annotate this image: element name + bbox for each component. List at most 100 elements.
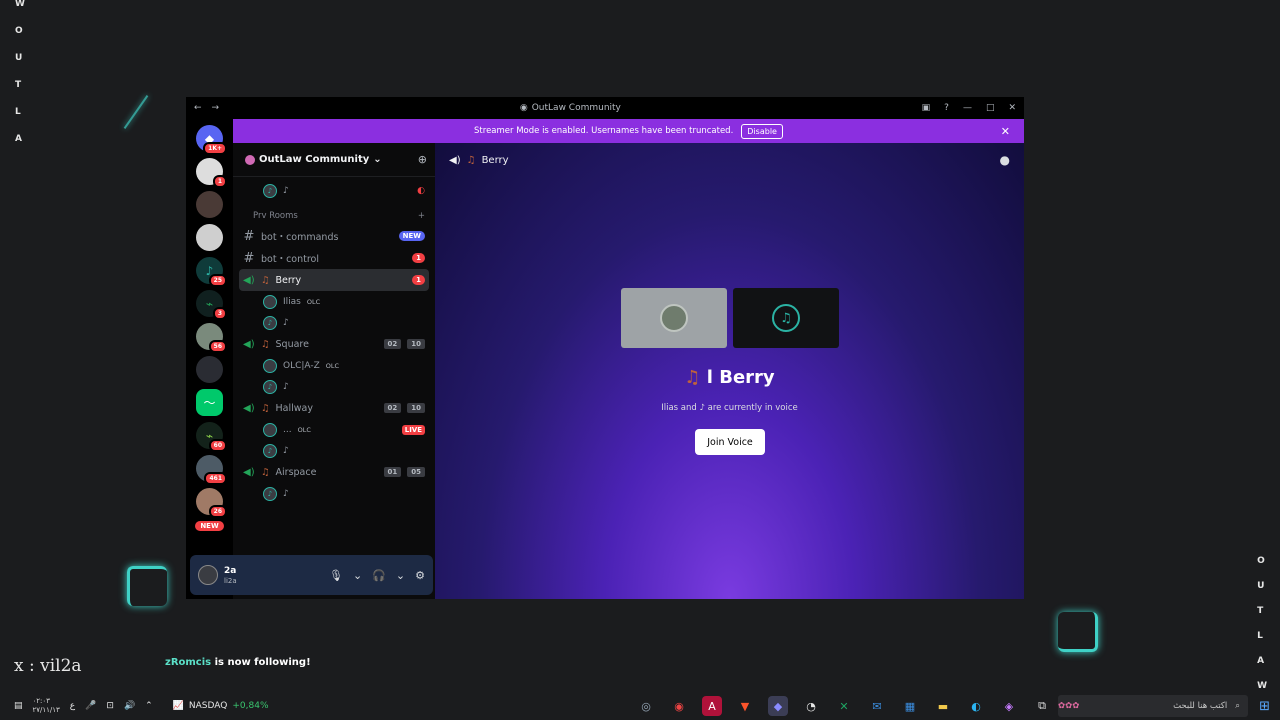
forward-arrow-icon[interactable]: → xyxy=(212,103,220,113)
server-icon[interactable]: ⌁ 3 xyxy=(196,290,227,320)
server-icon[interactable]: 1 xyxy=(196,158,227,188)
overlay-letter: T xyxy=(1257,606,1264,616)
notifications-icon[interactable]: ▤ xyxy=(14,701,23,711)
network-icon[interactable]: ⊡ xyxy=(106,701,114,711)
channel-label: Airspace xyxy=(275,466,317,478)
inbox-icon[interactable]: ▣ xyxy=(922,103,931,113)
windows-start-icon[interactable]: ⊞ xyxy=(1259,699,1270,714)
voice-user[interactable]: ♪ ♪ xyxy=(239,312,429,333)
server-icon[interactable]: ♪ 25 xyxy=(196,257,227,287)
chat-icon[interactable]: ● xyxy=(1000,153,1010,167)
steam-icon[interactable]: ◎ xyxy=(636,696,656,716)
server-icon[interactable] xyxy=(196,191,223,218)
back-arrow-icon[interactable]: ← xyxy=(194,103,202,113)
close-icon[interactable]: ✕ xyxy=(1008,103,1016,113)
app-icon[interactable]: A xyxy=(702,696,722,716)
chevron-down-icon[interactable]: ⌄ xyxy=(353,569,362,582)
settings-gear-icon[interactable]: ⚙ xyxy=(415,569,425,582)
participant-tiles: ♫ xyxy=(621,288,839,348)
app-icon[interactable]: ◔ xyxy=(801,696,821,716)
language-indicator[interactable]: ع xyxy=(70,701,75,711)
voice-status-text: Ilias and ♪ are currently in voice xyxy=(661,403,798,413)
voice-channel-title: ♫ l Berry xyxy=(435,367,1024,388)
channel-bot-control[interactable]: # bot・control 1 xyxy=(239,247,429,269)
edge-icon[interactable]: ◐ xyxy=(966,696,986,716)
direct-messages-icon[interactable]: ◆ 1K+ xyxy=(196,125,227,155)
brave-icon[interactable]: ▼ xyxy=(735,696,755,716)
microphone-icon[interactable]: 🎙 xyxy=(329,569,343,582)
channel-bot-commands[interactable]: # bot・commands NEW xyxy=(239,225,429,247)
overlay-letter: A xyxy=(15,134,22,144)
channel-berry[interactable]: ◀) ♫ Berry 1 xyxy=(239,269,429,291)
voice-user[interactable]: OLC|A-Z OLC xyxy=(239,355,429,376)
category-prv-rooms[interactable]: Prv Rooms + xyxy=(239,201,429,225)
overlay-letters-left: W O U T L A xyxy=(15,0,25,144)
server-icon[interactable]: 26 xyxy=(196,488,227,518)
clock[interactable]: ٠٢:٠٣ ٢٧/١١/١٣ xyxy=(33,697,60,715)
guild-header[interactable]: OutLaw Community ⌄ ⊕ xyxy=(233,143,435,177)
task-view-icon[interactable]: ⧉ xyxy=(1032,696,1052,716)
tray-chevron-icon[interactable]: ⌃ xyxy=(145,701,153,711)
avatar[interactable] xyxy=(198,565,218,585)
help-icon[interactable]: ? xyxy=(944,103,949,113)
guild-name[interactable]: OutLaw Community ⌄ xyxy=(245,154,382,165)
voice-user[interactable]: ♪ ♪ xyxy=(239,483,429,504)
chevron-down-icon[interactable]: ⌄ xyxy=(396,569,405,582)
taskbar-search[interactable]: ✿✿✿ اكتب هنا للبحث ⌕ xyxy=(1058,695,1248,717)
excel-icon[interactable]: ✕ xyxy=(834,696,854,716)
violin-icon: ♫ xyxy=(261,402,270,414)
guild-name-label: OutLaw Community xyxy=(259,154,370,165)
participant-tile[interactable] xyxy=(621,288,727,348)
server-icon[interactable]: 56 xyxy=(196,323,227,353)
server-badge: 60 xyxy=(208,439,227,452)
voice-user[interactable]: Ilias OLC xyxy=(239,291,429,312)
voice-channel-title-text: l Berry xyxy=(706,367,775,388)
search-icon: ⌕ xyxy=(1235,701,1240,711)
outlook-icon[interactable]: ✉ xyxy=(867,696,887,716)
channel-airspace[interactable]: ◀) ♫ Airspace 01 05 xyxy=(239,461,429,483)
voice-user[interactable]: ... OLC LIVE xyxy=(239,419,429,440)
app-icon[interactable]: ◉ xyxy=(669,696,689,716)
server-icon[interactable]: ⌁ 60 xyxy=(196,422,227,452)
channel-square[interactable]: ◀) ♫ Square 02 10 xyxy=(239,333,429,355)
participant-tile[interactable]: ♫ xyxy=(733,288,839,348)
banner-close-icon[interactable]: ✕ xyxy=(1001,125,1010,138)
join-voice-button[interactable]: Join Voice xyxy=(695,429,765,455)
mention-badge: 1 xyxy=(412,253,425,263)
minimize-icon[interactable]: — xyxy=(963,103,972,113)
file-explorer-icon[interactable]: ▬ xyxy=(933,696,953,716)
server-badge: 1K+ xyxy=(203,142,227,155)
live-badge: LIVE xyxy=(401,424,425,435)
volume-icon[interactable]: 🔊 xyxy=(124,701,135,711)
channel-label: Hallway xyxy=(275,402,313,414)
maximize-icon[interactable]: □ xyxy=(986,103,995,113)
server-badge: 1 xyxy=(212,175,227,188)
servers-new-badge: NEW xyxy=(195,521,224,531)
server-icon[interactable] xyxy=(196,356,223,383)
stock-widget[interactable]: 📈 NASDAQ +0,84% xyxy=(173,701,269,711)
server-icon[interactable] xyxy=(196,224,223,251)
user-limit: 10 xyxy=(407,403,425,413)
invite-people-icon[interactable]: ⊕ xyxy=(418,153,427,166)
server-badge: 25 xyxy=(208,274,227,287)
copilot-icon[interactable]: ◈ xyxy=(999,696,1019,716)
add-channel-icon[interactable]: + xyxy=(418,211,425,221)
voice-user[interactable]: ♪ ♪ ◐ xyxy=(239,181,429,201)
voice-user-name: Ilias xyxy=(283,296,301,307)
discord-taskbar-icon[interactable]: ◆ xyxy=(768,696,788,716)
disable-streamer-button[interactable]: Disable xyxy=(741,123,783,139)
channel-hallway[interactable]: ◀) ♫ Hallway 02 10 xyxy=(239,397,429,419)
window-title: OutLaw Community xyxy=(531,103,621,113)
channel-label: Square xyxy=(275,338,309,350)
server-icon[interactable]: 〜 xyxy=(196,389,223,416)
server-badge: 26 xyxy=(208,505,227,518)
voice-user[interactable]: ♪ ♪ xyxy=(239,376,429,397)
avatar xyxy=(263,294,277,309)
headphones-icon[interactable]: 🎧 xyxy=(372,569,386,582)
server-icon[interactable]: 461 xyxy=(196,455,227,485)
voice-user[interactable]: ♪ ♪ xyxy=(239,440,429,461)
clock-time: ٠٢:٠٣ xyxy=(32,697,50,705)
microphone-tray-icon[interactable]: 🎤 xyxy=(85,701,96,711)
store-icon[interactable]: ▦ xyxy=(900,696,920,716)
taskbar: ▤ ٠٢:٠٣ ٢٧/١١/١٣ ع 🎤 ⊡ 🔊 ⌃ 📈 NASDAQ +0,8… xyxy=(0,692,1280,720)
